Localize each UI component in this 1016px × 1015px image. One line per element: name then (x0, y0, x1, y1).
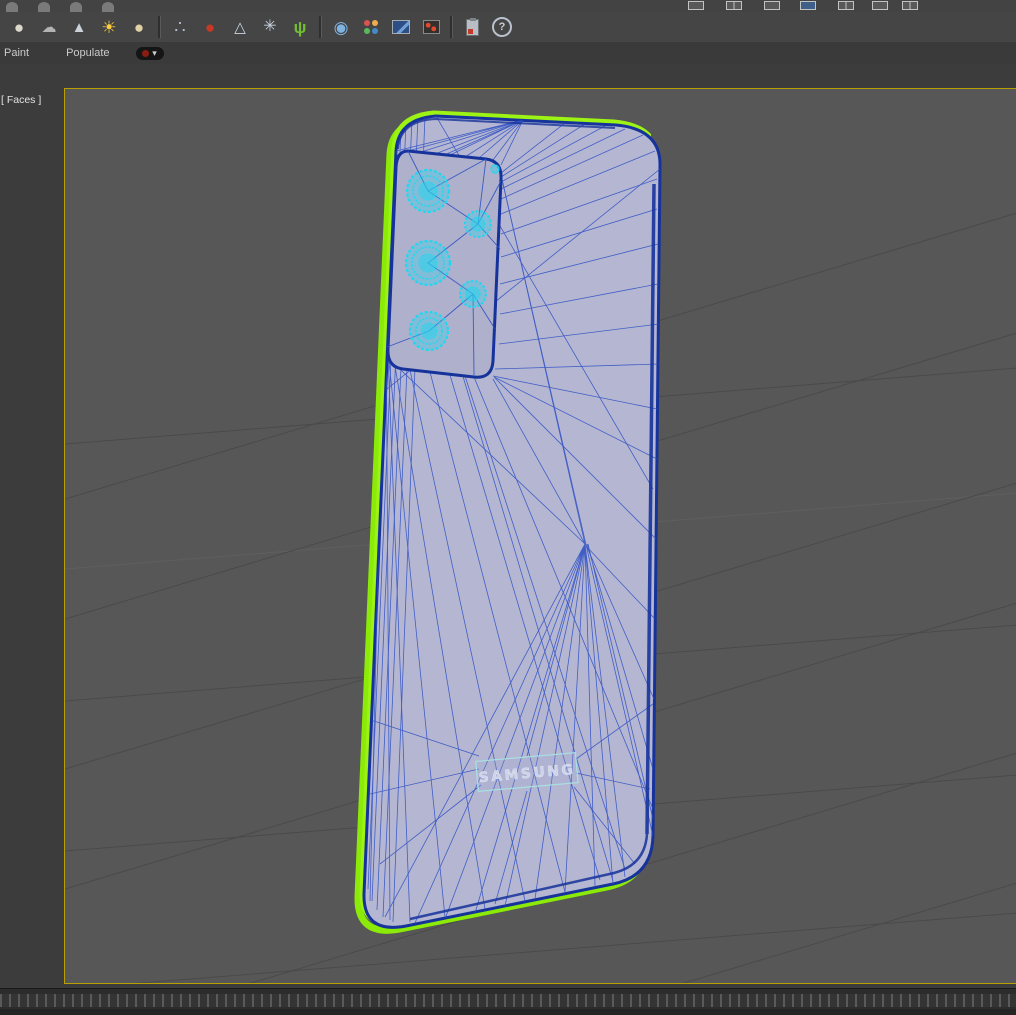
monitor-icon (392, 20, 410, 34)
clipboard-button[interactable] (457, 14, 487, 40)
layout-split-icon[interactable] (902, 1, 918, 10)
cone-button[interactable]: ▲ (64, 14, 94, 40)
camera-lens-small (464, 210, 492, 238)
material-editor-button[interactable] (386, 14, 416, 40)
orbit-sphere-button[interactable]: ◉ (326, 14, 356, 40)
scatter-button[interactable]: ∴ (165, 14, 195, 40)
clipboard-icon (465, 17, 479, 36)
camera-lens-small (459, 280, 487, 308)
red-sphere-icon: ● (204, 17, 216, 37)
red-dots-button[interactable] (416, 14, 446, 40)
sphere-tan-button[interactable]: ● (124, 14, 154, 40)
partial-toolbar-strip (0, 0, 1016, 12)
grass-icon: ψ (293, 17, 307, 37)
toolbar-separator (158, 16, 161, 38)
camera-lens (408, 310, 450, 352)
scatter-icon: ∴ (174, 17, 186, 37)
layout-icon[interactable] (872, 1, 888, 10)
camera-flash (490, 164, 500, 174)
red-sphere-button[interactable]: ● (195, 14, 225, 40)
red-dots-icon (422, 20, 440, 34)
layout-split-icon[interactable] (838, 1, 854, 10)
partial-icon[interactable] (102, 2, 114, 12)
camera-lens (405, 168, 451, 214)
paint-blob-icon: ☁ (41, 18, 57, 36)
color-dots-icon (363, 19, 379, 35)
perspective-viewport[interactable]: SAMSUNG (64, 88, 1016, 984)
sphere-icon: ● (13, 17, 25, 37)
triangle-mesh-icon: △ (234, 18, 246, 36)
color-dots-button[interactable] (356, 14, 386, 40)
paint-deform-button[interactable]: ☁ (34, 14, 64, 40)
sun-light-icon: ☀ (101, 17, 117, 37)
viewport-region: [ Faces ] SAMSUNG (0, 64, 1016, 988)
burst-button[interactable]: ✳ (255, 14, 285, 40)
viewport-shading-label[interactable]: [ Faces ] (1, 94, 41, 106)
sphere-button[interactable]: ● (4, 14, 34, 40)
help-icon: ? (492, 17, 512, 37)
orbit-sphere-icon: ◉ (333, 17, 349, 37)
app-window: ● ☁ ▲ ☀ ● ∴ ● △ ✳ ψ ◉ ? Paint Populate ▾… (0, 0, 1016, 1015)
main-toolbar: ● ☁ ▲ ☀ ● ∴ ● △ ✳ ψ ◉ ? (0, 12, 1016, 42)
grass-button[interactable]: ψ (285, 14, 315, 40)
flyout-dot-icon (142, 49, 150, 57)
layout-split-icon[interactable] (726, 1, 742, 10)
cone-icon: ▲ (71, 18, 87, 36)
toolbar-separator (319, 16, 322, 38)
partial-icon[interactable] (38, 2, 50, 12)
flyout-button[interactable]: ▾ (135, 46, 164, 60)
tab-populate[interactable]: Populate (63, 44, 115, 62)
track-bar[interactable] (0, 988, 1016, 1015)
timeline-ticks[interactable] (0, 994, 1016, 1007)
camera-lens (404, 239, 452, 287)
light-button[interactable]: ☀ (94, 14, 124, 40)
layout-active-icon[interactable] (800, 1, 816, 10)
triangle-mesh-button[interactable]: △ (225, 14, 255, 40)
sphere-tan-icon: ● (133, 17, 145, 37)
phone-model[interactable]: SAMSUNG (354, 110, 662, 934)
toolbar-separator (450, 16, 453, 38)
layout-icon[interactable] (764, 1, 780, 10)
track-bar-base (0, 1009, 1016, 1015)
layout-icon[interactable] (688, 1, 704, 10)
partial-icon[interactable] (6, 2, 18, 12)
partial-icon[interactable] (70, 2, 82, 12)
help-button[interactable]: ? (487, 14, 517, 40)
burst-icon: ✳ (263, 18, 277, 35)
chevron-down-icon: ▾ (152, 47, 157, 58)
toolbar-tabs-row: Paint Populate ▾ (0, 42, 1016, 64)
tab-paint[interactable]: Paint (1, 44, 35, 62)
